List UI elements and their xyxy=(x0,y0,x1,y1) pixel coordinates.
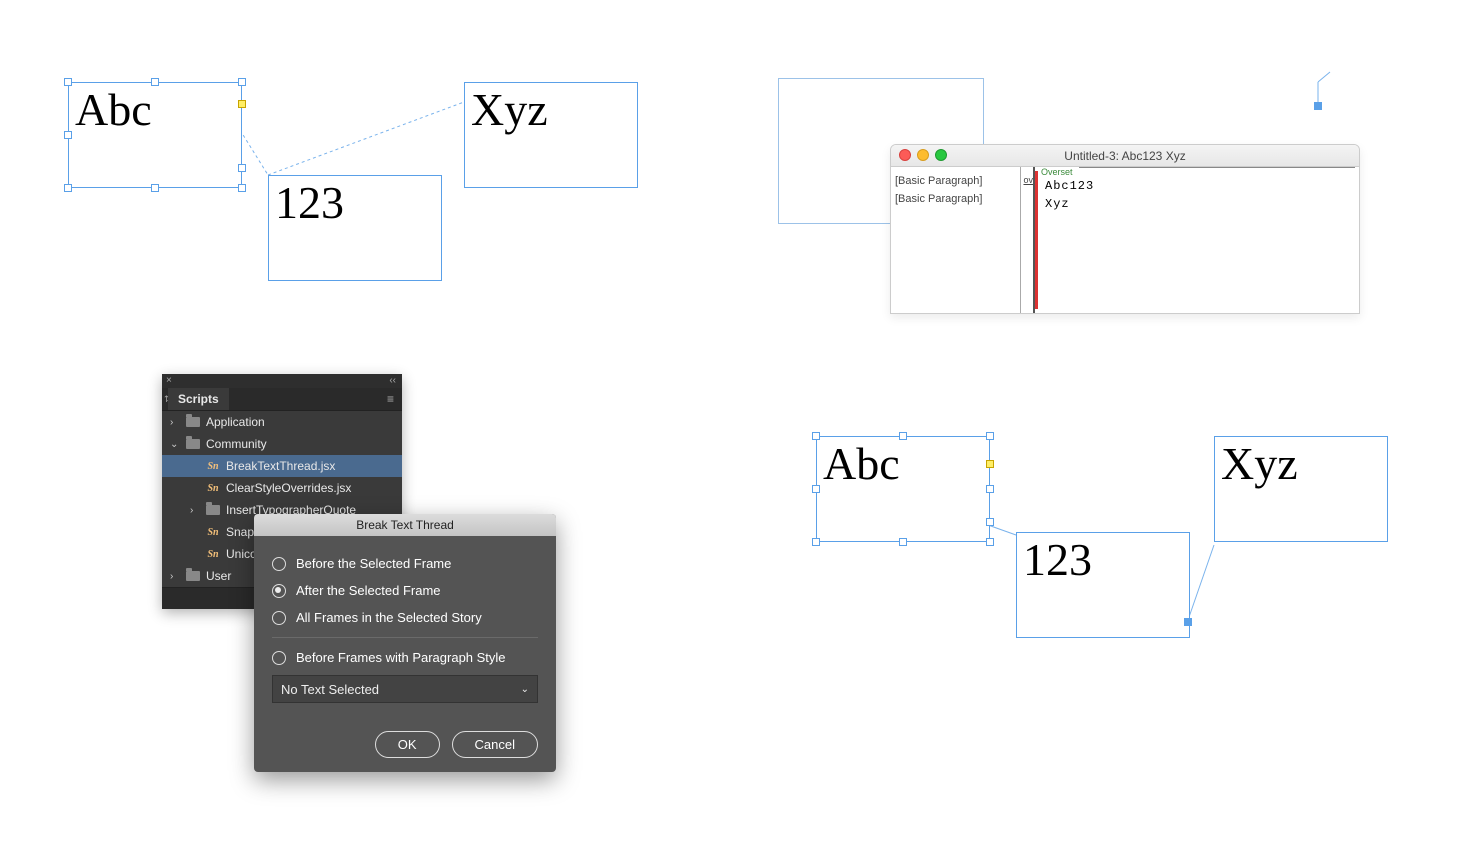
folder-label: User xyxy=(206,569,231,583)
window-title: Untitled-3: Abc123 Xyz xyxy=(1064,149,1185,163)
script-label: ClearStyleOverrides.jsx xyxy=(226,481,351,495)
script-label: Unico xyxy=(226,547,257,561)
ok-button[interactable]: OK xyxy=(375,731,440,758)
handle[interactable] xyxy=(812,485,820,493)
script-icon: Sn xyxy=(206,461,220,472)
tab-scripts[interactable]: Scripts xyxy=(168,388,229,410)
handle[interactable] xyxy=(238,164,246,172)
handle[interactable] xyxy=(1314,102,1322,110)
thread-stub-svg xyxy=(1300,70,1360,150)
radio-before-para-style[interactable]: Before Frames with Paragraph Style xyxy=(272,644,538,671)
text-frame-1[interactable]: Abc xyxy=(68,82,242,188)
dropdown-value: No Text Selected xyxy=(281,682,379,697)
cancel-button[interactable]: Cancel xyxy=(452,731,538,758)
story-line: Xyz xyxy=(1045,197,1353,211)
text-frame-3[interactable]: Xyz xyxy=(1214,436,1388,542)
radio-icon xyxy=(272,584,286,598)
close-icon[interactable]: × xyxy=(166,375,172,386)
frame-text: Abc xyxy=(75,84,152,135)
handle[interactable] xyxy=(812,538,820,546)
para-style: [Basic Paragraph] xyxy=(895,193,1016,205)
handle[interactable] xyxy=(64,78,72,86)
dialog-title[interactable]: Break Text Thread xyxy=(254,514,556,536)
handle[interactable] xyxy=(899,432,907,440)
collapse-icon[interactable]: ‹‹ xyxy=(389,375,396,386)
overset-rule xyxy=(1079,167,1355,168)
frame-text: 123 xyxy=(275,177,344,228)
script-item[interactable]: Sn BreakTextThread.jsx xyxy=(162,455,402,477)
folder-icon xyxy=(206,505,220,515)
chevron-right-icon: › xyxy=(170,417,180,428)
folder-label: Application xyxy=(206,415,265,429)
frame-text: Xyz xyxy=(1221,438,1298,489)
para-style: [Basic Paragraph] xyxy=(895,175,1016,187)
folder-icon xyxy=(186,417,200,427)
folder-label: Community xyxy=(206,437,267,451)
handle[interactable] xyxy=(64,184,72,192)
radio-icon xyxy=(272,557,286,571)
minimize-icon[interactable] xyxy=(917,149,929,161)
handle[interactable] xyxy=(986,538,994,546)
frame-text: Xyz xyxy=(471,84,548,135)
handle[interactable] xyxy=(151,78,159,86)
handle[interactable] xyxy=(64,131,72,139)
story-line: Abc123 xyxy=(1045,179,1353,193)
zoom-icon[interactable] xyxy=(935,149,947,161)
out-port[interactable] xyxy=(1184,618,1192,626)
text-frame-2[interactable]: 123 xyxy=(268,175,442,281)
panel-menu-icon[interactable]: ≡ xyxy=(379,388,402,410)
frame-text: Abc xyxy=(823,438,900,489)
para-style-dropdown[interactable]: No Text Selected ⌄ xyxy=(272,675,538,703)
story-editor-window: Untitled-3: Abc123 Xyz [Basic Paragraph]… xyxy=(890,144,1360,314)
radio-label: Before the Selected Frame xyxy=(296,556,451,571)
folder-application[interactable]: › Application xyxy=(162,411,402,433)
out-port[interactable] xyxy=(986,460,994,468)
script-label: BreakTextThread.jsx xyxy=(226,459,335,473)
handle[interactable] xyxy=(151,184,159,192)
script-label: Snap xyxy=(226,525,254,539)
window-titlebar[interactable]: Untitled-3: Abc123 Xyz xyxy=(891,145,1359,167)
chevron-right-icon: › xyxy=(190,505,200,516)
story-text-area[interactable]: Overset Abc123 Xyz xyxy=(1035,167,1359,313)
chevron-down-icon: ⌄ xyxy=(521,684,529,695)
radio-all-frames[interactable]: All Frames in the Selected Story xyxy=(272,604,538,631)
script-icon: Sn xyxy=(206,527,220,538)
script-icon: Sn xyxy=(206,549,220,560)
handle[interactable] xyxy=(986,518,994,526)
text-frame-3[interactable]: Xyz xyxy=(464,82,638,188)
handle[interactable] xyxy=(986,485,994,493)
close-icon[interactable] xyxy=(899,149,911,161)
handle[interactable] xyxy=(899,538,907,546)
radio-icon xyxy=(272,651,286,665)
chevron-down-icon: ⌄ xyxy=(170,439,180,450)
depth-ruler: ov xyxy=(1021,167,1035,313)
handle[interactable] xyxy=(238,78,246,86)
overset-label: Overset xyxy=(1041,167,1073,177)
folder-icon xyxy=(186,571,200,581)
frame-text: 123 xyxy=(1023,534,1092,585)
handle[interactable] xyxy=(812,432,820,440)
folder-community[interactable]: ⌄ Community xyxy=(162,433,402,455)
folder-icon xyxy=(186,439,200,449)
text-frame-2[interactable]: 123 xyxy=(1016,532,1190,638)
override-marker: ov xyxy=(1021,175,1033,185)
handle[interactable] xyxy=(238,184,246,192)
break-text-thread-dialog: Break Text Thread Before the Selected Fr… xyxy=(254,514,556,772)
separator xyxy=(272,637,538,638)
radio-after-selected[interactable]: After the Selected Frame xyxy=(272,577,538,604)
script-item[interactable]: Sn ClearStyleOverrides.jsx xyxy=(162,477,402,499)
script-icon: Sn xyxy=(206,483,220,494)
handle[interactable] xyxy=(986,432,994,440)
style-column: [Basic Paragraph] [Basic Paragraph] xyxy=(891,167,1021,313)
overset-indicator xyxy=(1035,171,1038,309)
radio-before-selected[interactable]: Before the Selected Frame xyxy=(272,550,538,577)
out-port[interactable] xyxy=(238,100,246,108)
radio-label: Before Frames with Paragraph Style xyxy=(296,650,506,665)
radio-icon xyxy=(272,611,286,625)
text-frame-1[interactable]: Abc xyxy=(816,436,990,542)
radio-label: After the Selected Frame xyxy=(296,583,441,598)
chevron-right-icon: › xyxy=(170,571,180,582)
radio-label: All Frames in the Selected Story xyxy=(296,610,482,625)
